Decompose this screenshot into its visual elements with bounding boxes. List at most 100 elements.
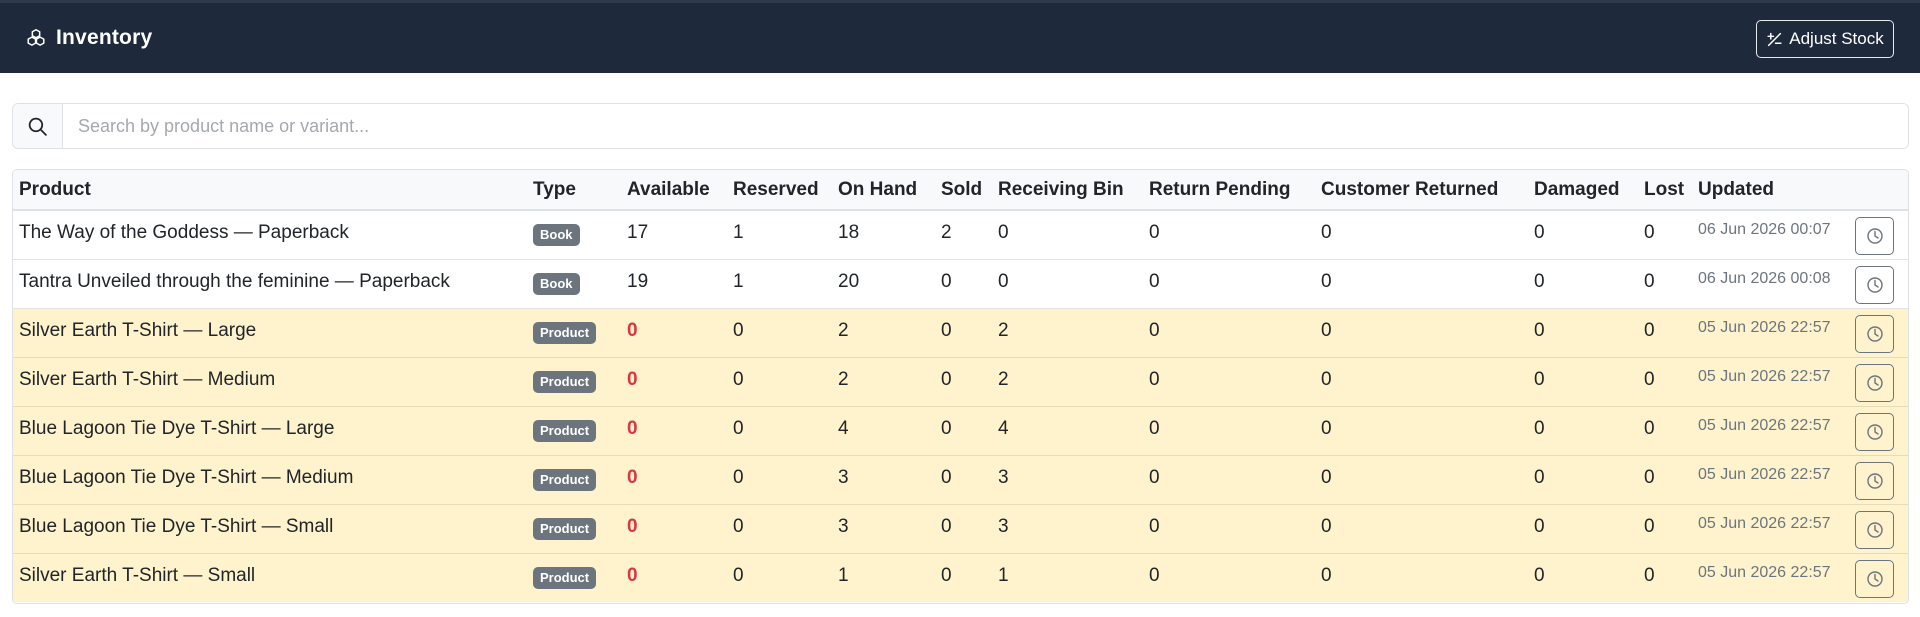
history-button[interactable] [1855,217,1894,255]
reserved-cell: 0 [727,308,832,358]
receiving-bin-cell: 0 [992,259,1143,309]
updated-cell: 05 Jun 2026 22:57 [1692,504,1855,554]
damaged-cell: 0 [1528,504,1638,554]
type-badge: Book [533,272,580,295]
reserved-cell: 1 [727,210,832,260]
sold-cell: 0 [935,553,992,602]
type-cell: Product [527,553,621,602]
column-header: Damaged [1528,170,1638,211]
receiving-bin-cell: 2 [992,308,1143,358]
type-badge: Product [533,419,597,442]
on-hand-cell: 3 [832,455,935,505]
history-button[interactable] [1855,363,1894,402]
receiving-bin-cell: 2 [992,357,1143,407]
table-row: Silver Earth T-Shirt — Large Product 0 0 2 0 2… [13,308,1908,358]
history-cell [1855,504,1908,554]
history-cell [1855,553,1908,602]
reserved-cell: 1 [727,259,832,309]
reserved-cell: 0 [727,553,832,602]
updated-cell: 05 Jun 2026 22:57 [1692,406,1855,456]
type-cell: Book [527,210,621,260]
available-cell: 0 [621,504,727,554]
updated-cell: 06 Jun 2026 00:08 [1692,259,1855,309]
table-row: Blue Lagoon Tie Dye T-Shirt — Large Produ… [13,406,1908,456]
clock-icon [1866,423,1883,440]
receiving-bin-cell: 3 [992,504,1143,554]
on-hand-cell: 1 [832,553,935,602]
damaged-cell: 0 [1528,210,1638,260]
sold-cell: 0 [935,406,992,456]
type-badge: Product [533,370,597,393]
type-cell: Product [527,357,621,407]
history-button[interactable] [1855,314,1894,353]
customer-returned-cell: 0 [1315,553,1528,602]
return-pending-cell: 0 [1143,504,1315,554]
history-button[interactable] [1855,461,1894,500]
search-input[interactable] [63,104,1908,148]
table-row: Blue Lagoon Tie Dye T-Shirt — Small Produ… [13,504,1908,554]
clock-icon [1866,374,1883,391]
search-icon [28,117,47,136]
clock-icon [1866,276,1883,293]
return-pending-cell: 0 [1143,357,1315,407]
damaged-cell: 0 [1528,357,1638,407]
available-cell: 0 [621,308,727,358]
clock-icon [1866,570,1883,587]
column-header: On Hand [832,170,935,211]
column-header: Updated [1692,170,1855,211]
table-row: Silver Earth T-Shirt — Small Product 0 0 1 0 1… [13,553,1908,602]
on-hand-cell: 18 [832,210,935,260]
lost-cell: 0 [1638,504,1692,554]
updated-cell: 05 Jun 2026 22:57 [1692,357,1855,407]
history-cell [1855,308,1908,358]
lost-cell: 0 [1638,406,1692,456]
inventory-table: Product Type Available Reserved On Hand Sold R… [13,170,1908,602]
history-button[interactable] [1855,265,1894,304]
type-cell: Book [527,259,621,309]
lost-cell: 0 [1638,259,1692,309]
available-cell: 0 [621,406,727,456]
column-header: Lost [1638,170,1692,211]
damaged-cell: 0 [1528,455,1638,505]
updated-cell: 05 Jun 2026 22:57 [1692,308,1855,358]
damaged-cell: 0 [1528,259,1638,309]
receiving-bin-cell: 4 [992,406,1143,456]
table-row: Tantra Unveiled through the feminine — P… [13,259,1908,309]
type-cell: Product [527,504,621,554]
on-hand-cell: 2 [832,357,935,407]
history-button[interactable] [1855,510,1894,549]
table-row: The Way of the Goddess — Paperback Book 17… [13,210,1908,260]
history-button[interactable] [1855,412,1894,451]
type-badge: Product [533,468,597,491]
column-header: Type [527,170,621,211]
return-pending-cell: 0 [1143,406,1315,456]
updated-cell: 06 Jun 2026 00:07 [1692,210,1855,260]
navbar: Inventory Adjust Stock [0,0,1920,73]
return-pending-cell: 0 [1143,455,1315,505]
column-header: Available [621,170,727,211]
type-badge: Book [533,224,580,247]
history-cell [1855,406,1908,456]
receiving-bin-cell: 3 [992,455,1143,505]
receiving-bin-cell: 1 [992,553,1143,602]
product-cell: Silver Earth T-Shirt — Large [13,308,527,358]
customer-returned-cell: 0 [1315,259,1528,309]
history-button[interactable] [1855,559,1894,598]
search-bar [12,103,1909,149]
clock-icon [1866,325,1883,342]
reserved-cell: 0 [727,357,832,407]
on-hand-cell: 4 [832,406,935,456]
customer-returned-cell: 0 [1315,406,1528,456]
adjust-stock-button[interactable]: Adjust Stock [1756,20,1894,58]
type-cell: Product [527,308,621,358]
lost-cell: 0 [1638,553,1692,602]
table-row: Silver Earth T-Shirt — Medium Product 0 0 2 0… [13,357,1908,407]
search-icon-cell [13,104,63,148]
boxes-icon [27,29,45,46]
page-title: Inventory [56,26,153,49]
lost-cell: 0 [1638,455,1692,505]
product-cell: Silver Earth T-Shirt — Medium [13,357,527,407]
clock-icon [1866,472,1883,489]
product-cell: Blue Lagoon Tie Dye T-Shirt — Large [13,406,527,456]
return-pending-cell: 0 [1143,553,1315,602]
